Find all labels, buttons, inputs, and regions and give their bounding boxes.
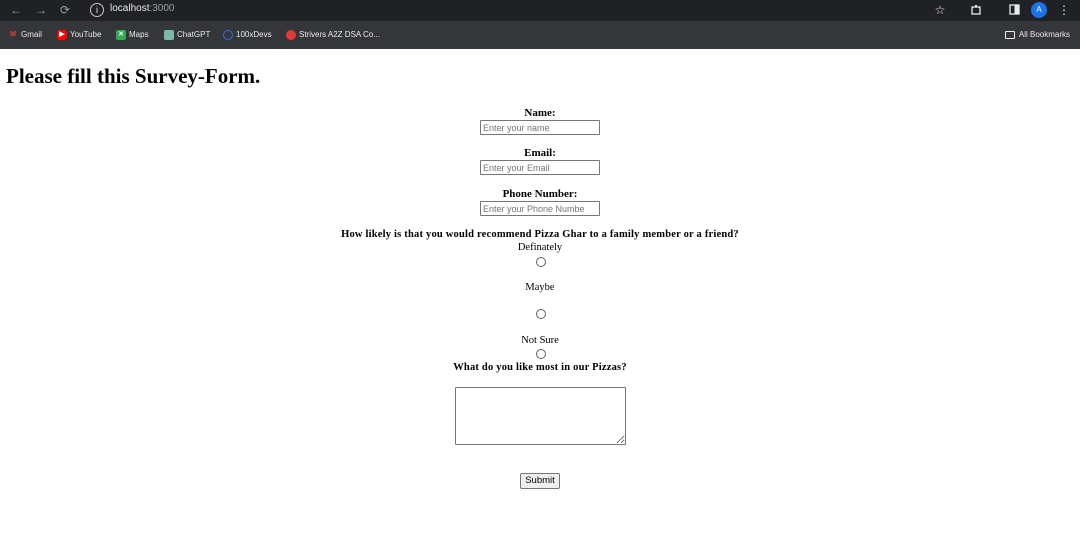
email-label: Email: — [524, 147, 556, 159]
address-bar[interactable]: localhost:3000 — [110, 3, 175, 14]
bookmark-label: ChatGPT — [177, 30, 211, 39]
bookmark-youtube[interactable]: ▶ YouTube — [57, 29, 101, 41]
browser-toolbar: ← → ⟳ i localhost:3000 ☆ A ⋮ — [0, 0, 1080, 21]
maps-icon: ✕ — [116, 29, 126, 40]
url-host: localhost — [110, 3, 150, 14]
url-port: :3000 — [149, 3, 175, 14]
bookmark-label: Gmail — [21, 30, 42, 39]
bookmark-label: Maps — [129, 30, 149, 39]
avatar[interactable]: A — [1031, 2, 1047, 18]
bookmark-chatgpt[interactable]: ChatGPT — [164, 29, 210, 41]
phone-label: Phone Number: — [502, 188, 578, 200]
all-bookmarks[interactable]: All Bookmarks — [1004, 29, 1070, 41]
page-title: Please fill this Survey-Form. — [6, 64, 261, 88]
arrow-left-icon[interactable]: ← — [8, 2, 24, 18]
all-bookmarks-label: All Bookmarks — [1018, 30, 1070, 39]
radio-not-sure[interactable] — [536, 349, 546, 359]
like-question: What do you like most in our Pizzas? — [453, 362, 627, 373]
option-label-definately: Definately — [517, 242, 563, 253]
star-icon[interactable]: ☆ — [933, 2, 947, 18]
bookmark-striver[interactable]: Strivers A2Z DSA Co... — [286, 29, 380, 41]
bookmark-label: 100xDevs — [236, 30, 272, 39]
pizza-feedback-textarea[interactable] — [455, 387, 626, 445]
name-input[interactable] — [480, 120, 600, 135]
striver-icon — [286, 29, 296, 40]
gmail-icon: M — [10, 30, 16, 38]
phone-input[interactable] — [480, 201, 600, 216]
bookmark-gmail[interactable]: M Gmail — [8, 29, 42, 41]
kebab-menu-icon[interactable]: ⋮ — [1058, 2, 1070, 18]
reload-icon[interactable]: ⟳ — [57, 2, 73, 18]
submit-button[interactable]: Submit — [520, 473, 560, 489]
folder-icon — [1004, 30, 1015, 39]
option-label-not-sure: Not Sure — [521, 335, 559, 346]
youtube-icon: ▶ — [57, 29, 67, 40]
email-input[interactable] — [480, 160, 600, 175]
100xdevs-icon — [223, 29, 233, 40]
radio-definately[interactable] — [536, 257, 546, 267]
sidepanel-icon[interactable] — [1006, 2, 1022, 18]
puzzle-icon[interactable] — [968, 2, 984, 18]
info-icon[interactable]: i — [90, 3, 104, 17]
radio-maybe[interactable] — [536, 309, 546, 319]
bookmark-label: YouTube — [70, 30, 102, 39]
bookmark-100xdevs[interactable]: 100xDevs — [223, 29, 272, 41]
name-label: Name: — [524, 107, 556, 119]
chatgpt-icon — [164, 29, 174, 40]
option-label-maybe: Maybe — [525, 282, 555, 293]
bookmark-label: Strivers A2Z DSA Co... — [299, 30, 380, 39]
bookmarks-bar: M Gmail ▶ YouTube ✕ Maps ChatGPT 100xDevs S… — [0, 21, 1080, 49]
bookmark-maps[interactable]: ✕ Maps — [116, 29, 149, 41]
recommend-question: How likely is that you would recommend P… — [341, 229, 739, 240]
arrow-right-icon[interactable]: → — [33, 2, 49, 18]
